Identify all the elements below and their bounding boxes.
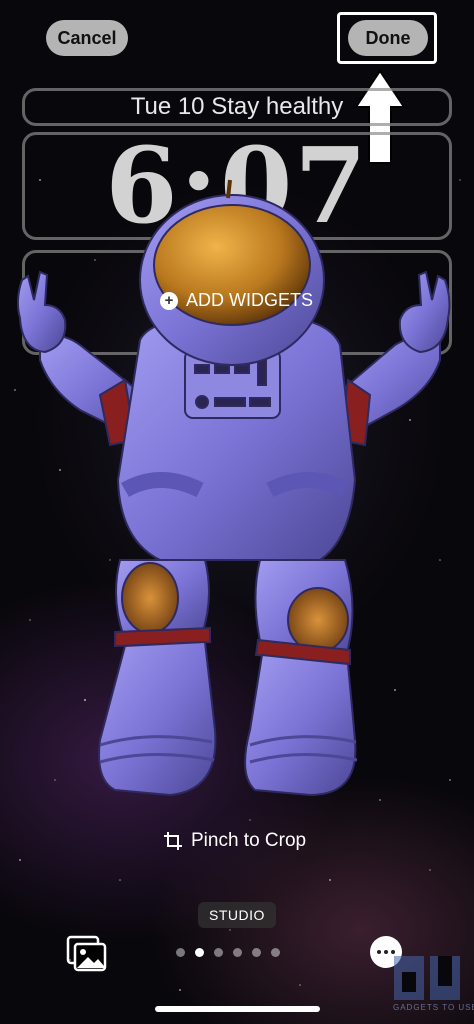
page-dot-active[interactable] [195, 948, 204, 957]
photos-icon[interactable] [66, 935, 108, 973]
crop-icon [164, 832, 182, 850]
astronaut-wallpaper-image [16, 179, 451, 797]
page-dot[interactable] [176, 948, 185, 957]
page-dot[interactable] [271, 948, 280, 957]
page-dot[interactable] [214, 948, 223, 957]
watermark-text: GADGETS TO USE [393, 1003, 474, 1012]
lock-screen-editor: Cancel Done Tue 10 Stay healthy 6:07 + A… [0, 0, 474, 1024]
pinch-to-crop-label: Pinch to Crop [191, 830, 307, 851]
add-widgets-label: ADD WIDGETS [186, 290, 314, 310]
plus-icon: + [160, 291, 178, 310]
style-label: STUDIO [198, 902, 276, 928]
page-dot[interactable] [252, 948, 261, 957]
page-indicator[interactable] [176, 948, 280, 957]
pinch-to-crop-hint: Pinch to Crop [163, 830, 306, 852]
home-indicator[interactable] [155, 1006, 320, 1012]
page-dot[interactable] [233, 948, 242, 957]
add-widgets-button[interactable]: + ADD WIDGETS [160, 290, 313, 311]
